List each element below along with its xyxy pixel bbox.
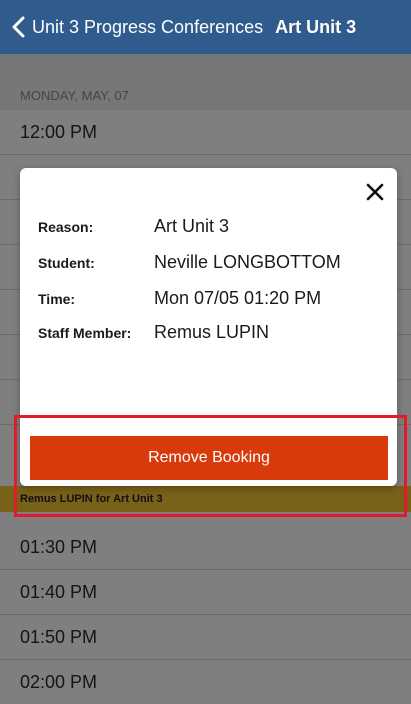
time-label: Time: [38,291,76,307]
student-value: Neville LONGBOTTOM [154,252,341,272]
chevron-left-icon [12,16,25,38]
back-button[interactable]: Unit 3 Progress Conferences [0,0,263,54]
highlight-box [14,415,407,517]
navigation-bar: Unit 3 Progress Conferences Art Unit 3 [0,0,411,54]
student-label: Student: [38,255,95,271]
reason-value: Art Unit 3 [154,216,230,236]
staff-label: Staff Member: [38,325,132,341]
reason-label: Reason: [38,219,94,235]
page-title: Art Unit 3 [275,16,357,37]
staff-value: Remus LUPIN [154,322,270,342]
time-value: Mon 07/05 01:20 PM [154,288,322,308]
close-icon[interactable] [365,182,385,202]
back-button-label: Unit 3 Progress Conferences [32,16,264,37]
